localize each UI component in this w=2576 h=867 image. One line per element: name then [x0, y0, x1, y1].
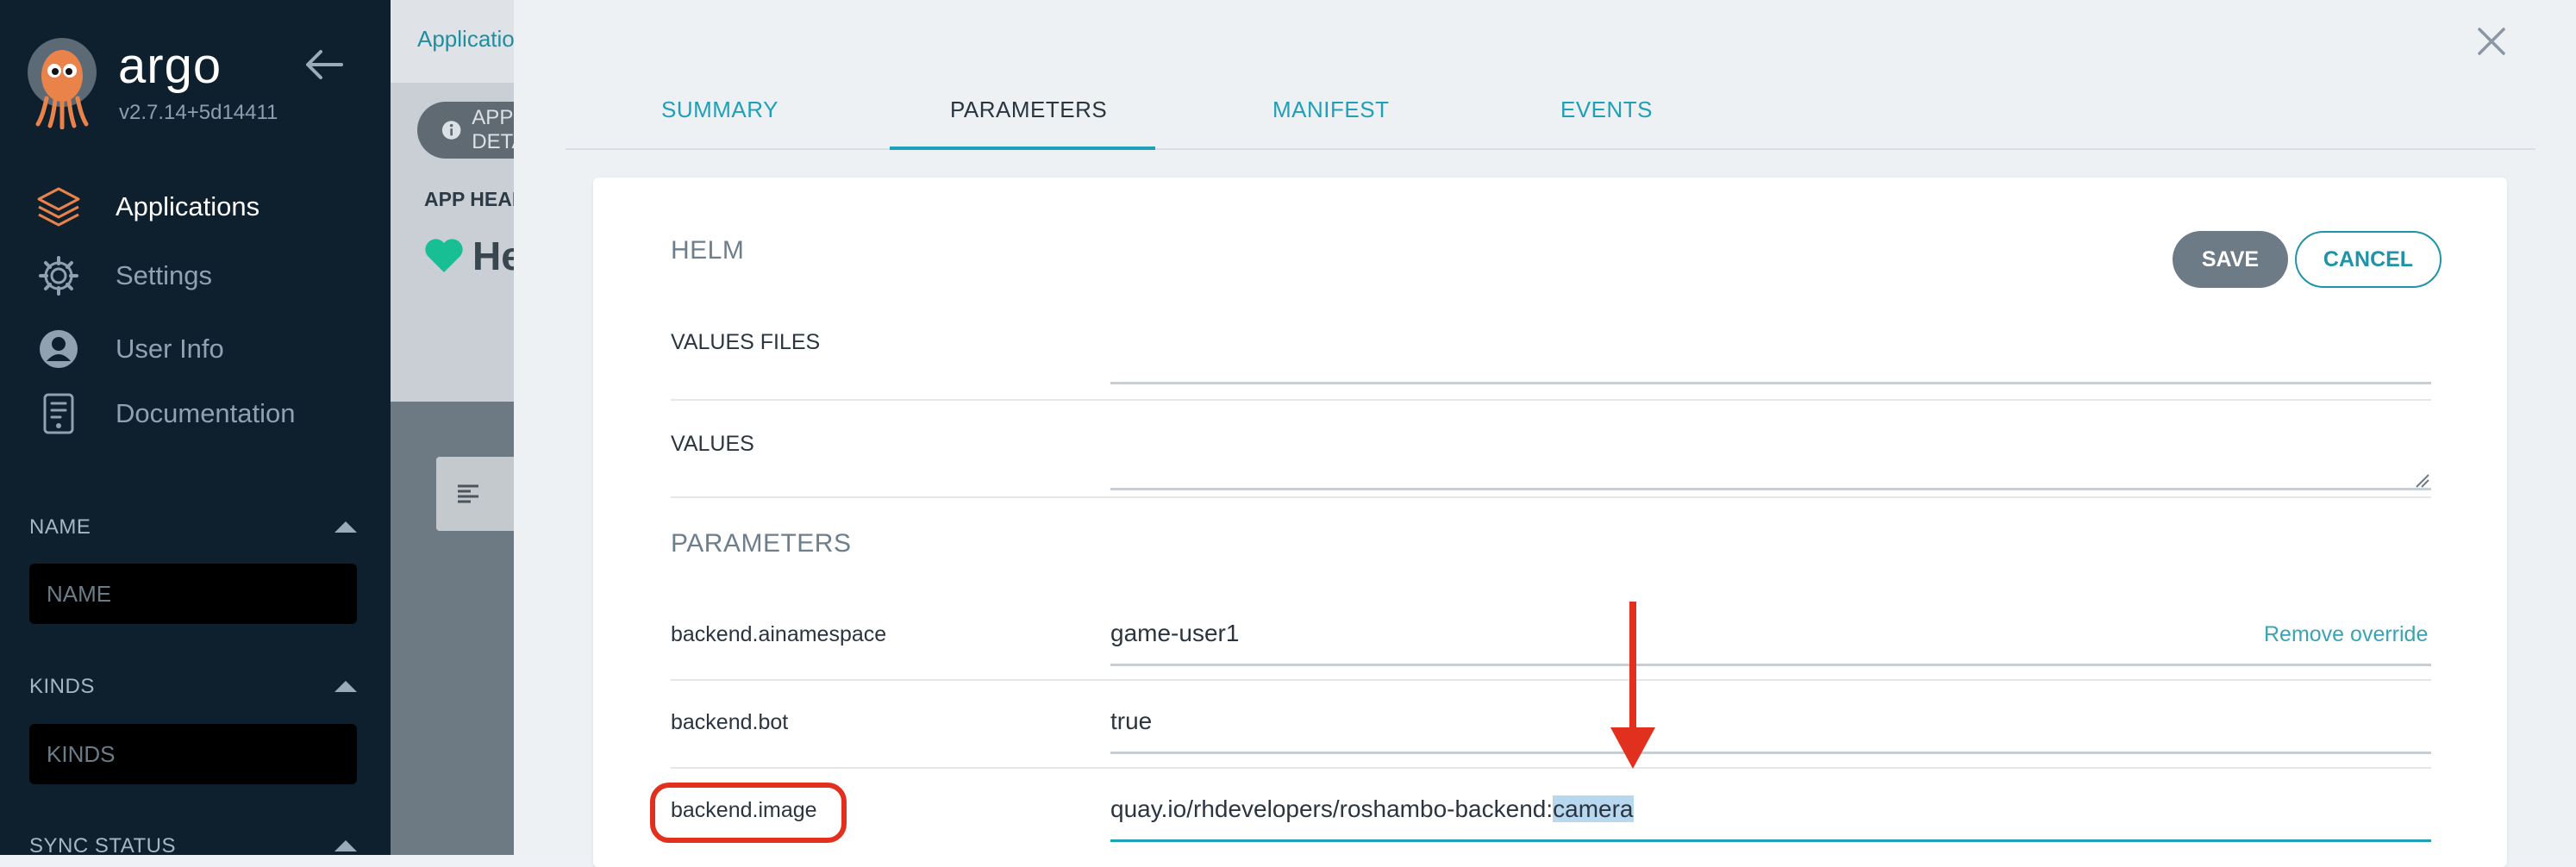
- name-filter-input[interactable]: NAME: [29, 564, 357, 624]
- values-files-input[interactable]: [1110, 338, 2431, 381]
- tab-manifest[interactable]: MANIFEST: [1272, 97, 1389, 123]
- sidebar-item-label: User Info: [116, 334, 224, 364]
- annotation-arrow-icon: [1610, 602, 1655, 769]
- parameters-section-title: PARAMETERS: [671, 529, 852, 558]
- remove-override-link[interactable]: Remove override: [2264, 622, 2428, 647]
- sidebar-item-applications[interactable]: Applications: [33, 181, 378, 233]
- brand-name: argo: [118, 38, 222, 94]
- name-filter-title: NAME: [29, 515, 91, 539]
- row-divider: [671, 767, 2431, 769]
- close-icon[interactable]: [2474, 24, 2509, 59]
- values-textarea[interactable]: [1110, 440, 2431, 483]
- param-value-text: quay.io/rhdevelopers/roshambo-backend:: [1110, 795, 1554, 822]
- row-divider: [671, 496, 2431, 498]
- row-divider: [671, 399, 2431, 401]
- user-circle-icon: [33, 323, 84, 375]
- sidebar-item-settings[interactable]: Settings: [33, 250, 378, 302]
- kinds-filter-input[interactable]: KINDS: [29, 724, 357, 784]
- tab-events[interactable]: EVENTS: [1560, 97, 1653, 123]
- gear-icon: [33, 250, 84, 302]
- param-underline-focused: [1110, 839, 2431, 842]
- param-underline: [1110, 752, 2431, 754]
- sidebar-item-label: Settings: [116, 260, 213, 290]
- sidebar-item-label: Applications: [116, 191, 260, 221]
- tabs-divider: [566, 148, 2535, 150]
- param-name: backend.ainamespace: [671, 622, 887, 646]
- caret-up-icon[interactable]: [333, 519, 359, 534]
- collapse-sidebar-arrow-icon[interactable]: [303, 47, 343, 82]
- row-divider: [671, 679, 2431, 681]
- values-underline: [1110, 488, 2431, 490]
- layers-icon: [33, 181, 84, 233]
- active-tab-indicator: [890, 147, 1155, 150]
- info-icon: [441, 121, 461, 140]
- heart-icon: [425, 239, 463, 272]
- cancel-button[interactable]: CANCEL: [2295, 231, 2442, 288]
- caret-up-icon[interactable]: [333, 678, 359, 694]
- sidebar-item-user-info[interactable]: User Info: [33, 323, 378, 375]
- resize-grip-icon[interactable]: [2414, 472, 2429, 488]
- kinds-filter-title: KINDS: [29, 675, 95, 698]
- param-name: backend.bot: [671, 710, 789, 734]
- values-label: VALUES: [671, 432, 754, 456]
- app-health-status: He: [424, 233, 523, 279]
- param-value-input[interactable]: quay.io/rhdevelopers/roshambo-backend:ca…: [1110, 795, 1634, 823]
- annotation-highlight-box: [650, 783, 847, 843]
- sidebar-item-label: Documentation: [116, 398, 296, 428]
- param-value-input[interactable]: true: [1110, 708, 1152, 735]
- argo-octopus-logo: [28, 38, 97, 129]
- caret-up-icon[interactable]: [333, 838, 359, 853]
- brand-version: v2.7.14+5d14411: [119, 101, 278, 124]
- param-underline: [1110, 664, 2431, 666]
- book-icon: [33, 388, 84, 440]
- helm-section-title: HELM: [671, 236, 745, 265]
- values-files-label: VALUES FILES: [671, 330, 821, 354]
- align-left-icon[interactable]: [455, 481, 481, 507]
- sidebar-item-documentation[interactable]: Documentation: [33, 388, 378, 440]
- tab-summary[interactable]: SUMMARY: [661, 97, 778, 123]
- save-button[interactable]: SAVE: [2173, 231, 2288, 288]
- tab-parameters[interactable]: PARAMETERS: [950, 97, 1107, 123]
- param-value-input[interactable]: game-user1: [1110, 620, 1239, 647]
- sidebar: argo v2.7.14+5d14411 Applications Settin…: [0, 0, 391, 858]
- selected-text: camera: [1553, 795, 1634, 822]
- values-files-underline: [1110, 382, 2431, 384]
